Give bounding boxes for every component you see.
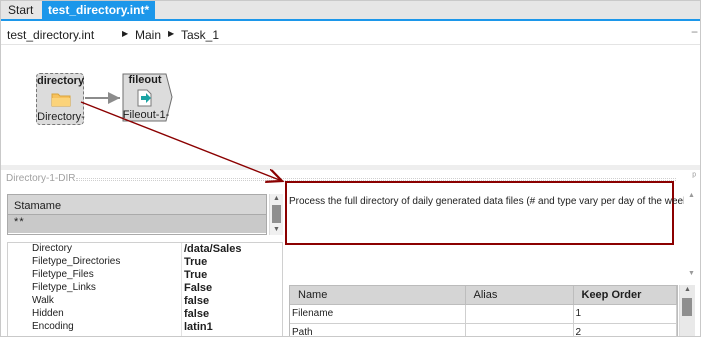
panel-splitter[interactable] bbox=[1, 165, 700, 170]
breadcrumb: test_directory.int ▶ Main ▶ Task_1 − bbox=[1, 23, 700, 45]
node-directory-title: directory bbox=[37, 75, 85, 87]
stamp-grid-scrollbar[interactable]: ▲ ▼ bbox=[269, 194, 283, 235]
property-key: Filetype_Directories bbox=[32, 256, 121, 267]
flow-canvas[interactable]: directory Directory- fileout Fileout-1- bbox=[1, 46, 700, 164]
property-key: Hidden bbox=[32, 308, 64, 319]
columns-table: Name Alias Keep Order Filename 1 Path 2 bbox=[289, 285, 678, 336]
description-scrollbar[interactable]: ▲ ▼ bbox=[684, 191, 699, 279]
column-header-alias[interactable]: Alias bbox=[465, 286, 574, 305]
breadcrumb-item-task[interactable]: Task_1 bbox=[181, 28, 219, 42]
table-row[interactable]: Filename 1 bbox=[290, 304, 677, 324]
chevron-right-icon: ▶ bbox=[122, 29, 129, 38]
property-key: Filetype_Files bbox=[32, 269, 94, 280]
node-fileout-title: fileout bbox=[128, 74, 162, 86]
scroll-up-icon[interactable]: ▲ bbox=[270, 194, 283, 204]
editor-window: Start test_directory.int* ✕ test_directo… bbox=[0, 0, 701, 337]
scroll-down-icon[interactable]: ▼ bbox=[684, 269, 699, 279]
scroll-up-icon[interactable]: ▲ bbox=[684, 191, 699, 201]
pin-icon[interactable]: ᵖ bbox=[692, 171, 696, 182]
column-header-name[interactable]: Name bbox=[290, 286, 466, 305]
table-cell[interactable]: Filename bbox=[290, 304, 466, 324]
scroll-down-icon[interactable]: ▼ bbox=[270, 225, 283, 235]
tab-strip: Start test_directory.int* ✕ bbox=[1, 1, 700, 35]
property-row[interactable]: Encoding latin1 bbox=[8, 321, 282, 334]
table-cell[interactable]: 2 bbox=[573, 323, 677, 336]
property-value[interactable]: false bbox=[184, 295, 209, 307]
property-key: Directory bbox=[32, 243, 73, 254]
columns-table-scrollbar[interactable]: ▲ bbox=[679, 285, 695, 336]
table-cell[interactable] bbox=[465, 323, 574, 336]
tab-test-directory[interactable]: test_directory.int* ✕ bbox=[42, 1, 155, 35]
stamp-grid: Stamame * * bbox=[7, 194, 267, 235]
property-row[interactable]: Filetype_Directories True bbox=[8, 256, 282, 269]
property-value[interactable]: True bbox=[184, 269, 207, 281]
property-value[interactable]: false bbox=[184, 308, 209, 320]
tab-test-directory-label: test_directory.int* bbox=[48, 3, 150, 17]
stamp-grid-header[interactable]: Stamame bbox=[8, 195, 266, 215]
table-row[interactable]: Path 2 bbox=[290, 323, 677, 336]
node-directory[interactable]: directory Directory- bbox=[36, 73, 85, 125]
property-row[interactable]: Filetype_Files True bbox=[8, 269, 282, 282]
property-key: Walk bbox=[32, 295, 54, 306]
breadcrumb-item-main[interactable]: Main bbox=[135, 28, 161, 42]
property-row[interactable]: Filetype_Links False bbox=[8, 282, 282, 295]
tab-start[interactable]: Start bbox=[2, 1, 42, 19]
property-key: Filetype_Links bbox=[32, 282, 96, 293]
property-value[interactable]: /data/Sales bbox=[184, 243, 241, 255]
property-key: Encoding bbox=[32, 321, 74, 332]
breadcrumb-item-file[interactable]: test_directory.int bbox=[7, 28, 94, 42]
table-cell[interactable] bbox=[465, 304, 574, 324]
property-value[interactable]: True bbox=[184, 256, 207, 268]
table-cell[interactable]: Path bbox=[290, 323, 466, 336]
node-fileout[interactable]: fileout Fileout-1- bbox=[122, 73, 173, 122]
property-row[interactable]: Hidden false bbox=[8, 308, 282, 321]
node-directory-label: Directory- bbox=[37, 111, 85, 123]
table-cell[interactable]: 1 bbox=[573, 304, 677, 324]
property-value[interactable]: latin1 bbox=[184, 321, 213, 333]
property-row[interactable]: Directory /data/Sales bbox=[8, 243, 282, 256]
stamp-grid-row[interactable]: * * bbox=[8, 215, 266, 233]
tab-start-label: Start bbox=[8, 3, 34, 17]
chevron-right-icon: ▶ bbox=[168, 29, 175, 38]
property-row[interactable]: Walk false bbox=[8, 295, 282, 308]
file-arrow-icon bbox=[137, 89, 152, 107]
table-header-row: Name Alias Keep Order bbox=[290, 286, 677, 305]
description-box[interactable]: Process the full directory of daily gene… bbox=[285, 181, 694, 245]
folder-icon bbox=[51, 93, 71, 107]
description-text: Process the full directory of daily gene… bbox=[289, 196, 695, 207]
properties-title: Directory-1-DIR bbox=[6, 173, 76, 184]
property-value[interactable]: False bbox=[184, 282, 212, 294]
column-header-keep-order[interactable]: Keep Order bbox=[573, 286, 677, 305]
node-fileout-label: Fileout-1- bbox=[122, 109, 170, 121]
scroll-thumb[interactable] bbox=[682, 298, 692, 316]
scroll-up-icon[interactable]: ▲ bbox=[680, 285, 695, 295]
property-list: Directory /data/Sales Filetype_Directori… bbox=[7, 242, 283, 336]
scroll-thumb[interactable] bbox=[272, 205, 281, 223]
collapse-icon[interactable]: − bbox=[691, 25, 698, 39]
